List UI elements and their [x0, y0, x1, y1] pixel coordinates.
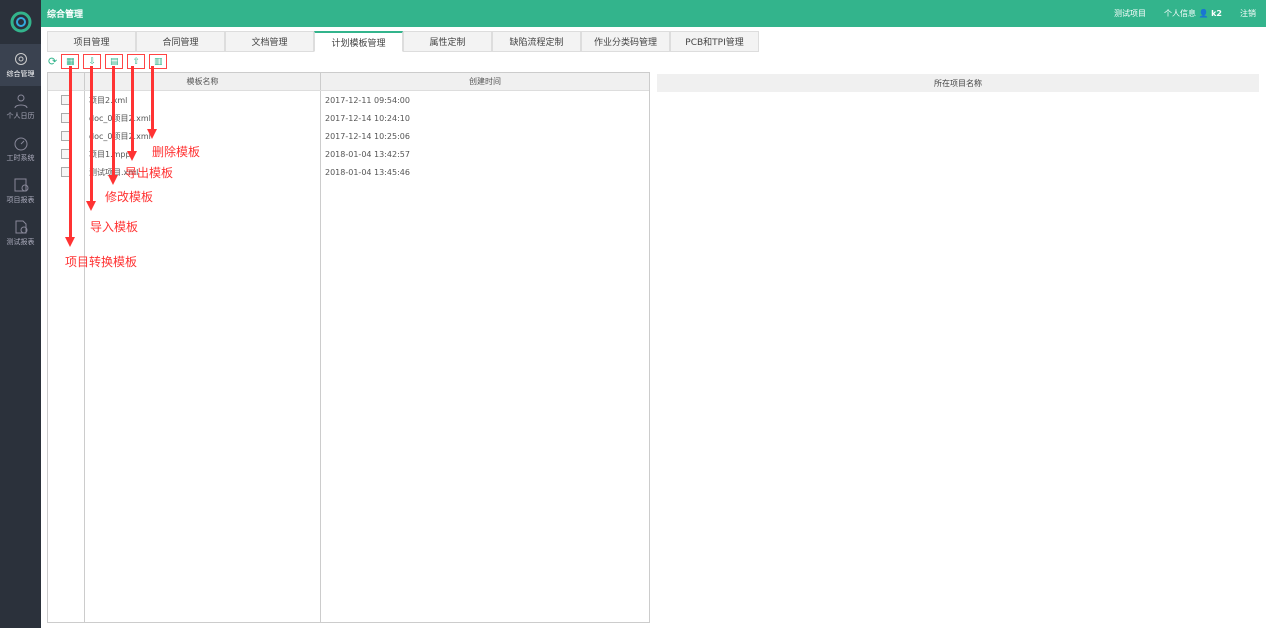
clock-icon: [14, 137, 27, 151]
column-header-time: 创建时间: [469, 77, 501, 86]
annotation-delete: 删除模板: [152, 145, 201, 159]
sidebar-item-calendar[interactable]: 个人日历: [0, 86, 41, 128]
annotation-arrow: [65, 66, 75, 247]
table-row-name[interactable]: 测试项目.xml: [85, 163, 320, 181]
table-row-time: 2017-12-14 10:25:06: [325, 131, 410, 141]
sidebar: 综合管理 个人日历 工时系统 项目报表 测试报表: [0, 0, 41, 628]
table-row-time: 2017-12-11 09:54:00: [325, 95, 410, 105]
sidebar-item-timesheet[interactable]: 工时系统: [0, 128, 41, 170]
profile-link[interactable]: 个人信息 👤 k2: [1164, 8, 1222, 19]
toolbar: ⟳ ▦ ⇩ ▤ ⇧ ▥: [48, 54, 168, 69]
column-header-name: 模板名称: [85, 73, 321, 90]
tab-plan-template[interactable]: 计划模板管理: [314, 31, 403, 52]
annotation-arrow: [86, 66, 96, 211]
tab-attributes[interactable]: 属性定制: [403, 31, 492, 52]
export-template-button[interactable]: ⇧: [127, 54, 146, 69]
annotation-arrow: [108, 66, 118, 185]
table-row-name[interactable]: 项目1.mpp: [85, 145, 320, 163]
table-row-checkbox-cell: [48, 91, 84, 109]
table-row-checkbox-cell: [48, 145, 84, 163]
template-table: 模板名称 创建时间 项目2.xml doc_0项目2.xml doc_0项目2.xm…: [47, 72, 650, 623]
sidebar-item-general[interactable]: 综合管理: [0, 44, 41, 86]
user-icon: 👤: [1198, 9, 1209, 18]
gear-icon: [14, 53, 27, 65]
table-row-time: 2017-12-14 10:24:10: [325, 113, 410, 123]
project-name-header: 所在项目名称: [657, 74, 1259, 92]
tab-project[interactable]: 项目管理: [47, 31, 136, 52]
annotation-convert: 项目转换模板: [65, 255, 138, 269]
user-icon: [14, 94, 27, 109]
table-row-time: 2018-01-04 13:45:46: [325, 167, 410, 177]
table-row-name[interactable]: doc_0项目2.xml: [85, 127, 320, 145]
tab-document[interactable]: 文档管理: [225, 31, 314, 52]
select-column-header: [48, 73, 85, 90]
sidebar-item-project-report[interactable]: 项目报表: [0, 170, 41, 212]
table-row-name[interactable]: 项目2.xml: [85, 91, 320, 109]
table-row-name[interactable]: doc_0项目2.xml: [85, 109, 320, 127]
project-link[interactable]: 测试项目: [1114, 8, 1146, 19]
document-icon: [15, 220, 27, 234]
tab-job-code[interactable]: 作业分类码管理: [581, 31, 670, 52]
page-title: 综合管理: [47, 10, 84, 20]
table-row-time: 2018-01-04 13:42:57: [325, 149, 410, 159]
logout-link[interactable]: 注销: [1240, 8, 1256, 19]
report-icon: [14, 178, 28, 192]
tab-pcb-tpi[interactable]: PCB和TPI管理: [670, 31, 759, 52]
table-row-checkbox-cell: [48, 127, 84, 145]
annotation-import: 导入模板: [90, 220, 139, 234]
annotation-export: 导出模板: [125, 166, 174, 180]
logo: [0, 0, 41, 44]
tab-defect-flow[interactable]: 缺陷流程定制: [492, 31, 581, 52]
table-row-checkbox-cell: [48, 163, 84, 181]
tab-contract[interactable]: 合同管理: [136, 31, 225, 52]
annotation-edit: 修改模板: [105, 190, 154, 204]
annotation-arrow: [127, 66, 137, 161]
tab-bar: 项目管理 合同管理 文档管理 计划模板管理 属性定制 缺陷流程定制 作业分类码管…: [47, 31, 759, 52]
table-row-checkbox-cell: [48, 109, 84, 127]
sidebar-item-test-report[interactable]: 测试报表: [0, 212, 41, 254]
top-bar: 综合管理 测试项目 个人信息 👤 k2 注销: [41, 0, 1266, 27]
annotation-arrow: [147, 66, 157, 139]
refresh-icon[interactable]: ⟳: [48, 55, 57, 68]
project-name-panel: 所在项目名称: [657, 74, 1259, 625]
